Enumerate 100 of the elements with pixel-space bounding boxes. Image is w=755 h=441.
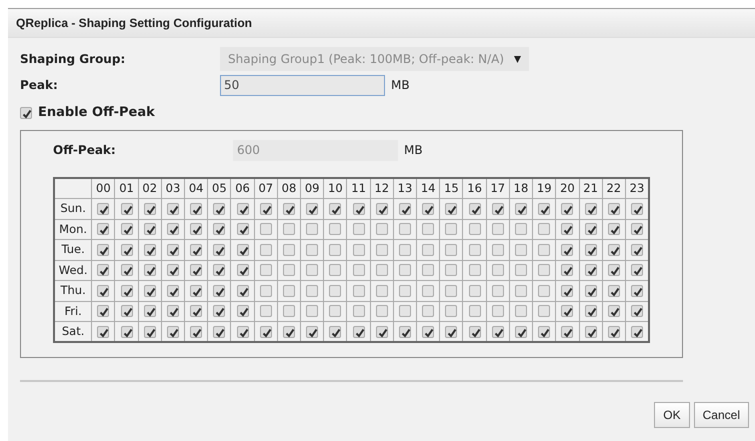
ok-button[interactable]: OK xyxy=(654,402,690,428)
checkbox[interactable] xyxy=(329,264,342,276)
checkbox[interactable] xyxy=(282,202,295,215)
checkbox[interactable] xyxy=(282,244,295,256)
checkbox[interactable] xyxy=(260,223,272,236)
checkbox[interactable] xyxy=(120,305,133,318)
checkbox[interactable] xyxy=(584,284,597,297)
checkbox[interactable] xyxy=(630,326,643,338)
checkbox[interactable] xyxy=(445,223,458,236)
checkbox[interactable] xyxy=(306,223,318,236)
checkbox[interactable] xyxy=(282,326,295,338)
checkbox[interactable] xyxy=(352,284,365,297)
checkbox[interactable] xyxy=(190,264,202,276)
checkbox[interactable] xyxy=(561,326,574,338)
checkbox[interactable] xyxy=(213,244,226,256)
checkbox[interactable] xyxy=(538,284,550,297)
checkbox[interactable] xyxy=(376,284,388,297)
checkbox[interactable] xyxy=(492,223,504,236)
checkbox[interactable] xyxy=(352,305,365,318)
checkbox[interactable] xyxy=(352,264,365,276)
checkbox[interactable] xyxy=(514,326,527,338)
checkbox[interactable] xyxy=(584,326,597,338)
checkbox[interactable] xyxy=(608,284,620,297)
checkbox[interactable] xyxy=(260,244,272,256)
checkbox[interactable] xyxy=(422,202,434,215)
checkbox[interactable] xyxy=(190,244,202,256)
checkbox[interactable] xyxy=(468,326,481,338)
checkbox[interactable] xyxy=(398,202,411,215)
checkbox[interactable] xyxy=(166,305,179,318)
checkbox[interactable] xyxy=(166,202,179,215)
checkbox[interactable] xyxy=(584,244,597,256)
checkbox[interactable] xyxy=(260,284,272,297)
checkbox[interactable] xyxy=(97,284,110,297)
checkbox[interactable] xyxy=(538,223,550,236)
checkbox[interactable] xyxy=(213,305,226,318)
checkbox[interactable] xyxy=(445,326,458,338)
checkbox[interactable] xyxy=(120,244,133,256)
checkbox[interactable] xyxy=(236,223,249,236)
checkbox[interactable] xyxy=(260,305,272,318)
checkbox[interactable] xyxy=(236,202,249,215)
checkbox[interactable] xyxy=(398,284,411,297)
checkbox[interactable] xyxy=(190,223,202,236)
checkbox[interactable] xyxy=(538,202,550,215)
checkbox[interactable] xyxy=(213,264,226,276)
checkbox[interactable] xyxy=(97,223,110,236)
checkbox[interactable] xyxy=(584,202,597,215)
checkbox[interactable] xyxy=(306,284,318,297)
checkbox[interactable] xyxy=(236,284,249,297)
checkbox[interactable] xyxy=(144,202,156,215)
checkbox[interactable] xyxy=(190,202,202,215)
checkbox[interactable] xyxy=(144,244,156,256)
checkbox[interactable] xyxy=(352,223,365,236)
checkbox[interactable] xyxy=(213,284,226,297)
checkbox[interactable] xyxy=(120,264,133,276)
checkbox[interactable] xyxy=(630,223,643,236)
checkbox[interactable] xyxy=(514,202,527,215)
checkbox[interactable] xyxy=(492,202,504,215)
checkbox[interactable] xyxy=(468,264,481,276)
checkbox[interactable] xyxy=(166,326,179,338)
checkbox[interactable] xyxy=(306,264,318,276)
checkbox[interactable] xyxy=(166,223,179,236)
checkbox[interactable] xyxy=(144,305,156,318)
checkbox[interactable] xyxy=(306,244,318,256)
checkbox[interactable] xyxy=(561,305,574,318)
checkbox[interactable] xyxy=(329,223,342,236)
checkbox[interactable] xyxy=(282,264,295,276)
checkbox[interactable] xyxy=(445,264,458,276)
checkbox[interactable] xyxy=(608,326,620,338)
checkbox[interactable] xyxy=(120,223,133,236)
checkbox[interactable] xyxy=(213,202,226,215)
checkbox[interactable] xyxy=(144,223,156,236)
checkbox[interactable] xyxy=(236,305,249,318)
checkbox[interactable] xyxy=(97,244,110,256)
checkbox[interactable] xyxy=(538,326,550,338)
checkbox[interactable] xyxy=(398,305,411,318)
checkbox[interactable] xyxy=(561,244,574,256)
checkbox[interactable] xyxy=(97,202,110,215)
checkbox[interactable] xyxy=(445,202,458,215)
checkbox[interactable] xyxy=(398,244,411,256)
checkbox[interactable] xyxy=(398,223,411,236)
checkbox[interactable] xyxy=(306,202,318,215)
checkbox[interactable] xyxy=(97,305,110,318)
checkbox[interactable] xyxy=(236,244,249,256)
checkbox[interactable] xyxy=(376,264,388,276)
checkbox[interactable] xyxy=(120,284,133,297)
checkbox[interactable] xyxy=(329,202,342,215)
checkbox[interactable] xyxy=(468,305,481,318)
checkbox[interactable] xyxy=(468,202,481,215)
checkbox[interactable] xyxy=(213,326,226,338)
checkbox[interactable] xyxy=(538,264,550,276)
checkbox[interactable] xyxy=(422,326,434,338)
checkbox[interactable] xyxy=(376,223,388,236)
checkbox[interactable] xyxy=(213,223,226,236)
checkbox[interactable] xyxy=(352,244,365,256)
checkbox[interactable] xyxy=(20,107,32,119)
cancel-button[interactable]: Cancel xyxy=(694,402,749,428)
checkbox[interactable] xyxy=(398,326,411,338)
checkbox[interactable] xyxy=(352,326,365,338)
checkbox[interactable] xyxy=(630,244,643,256)
checkbox[interactable] xyxy=(260,264,272,276)
